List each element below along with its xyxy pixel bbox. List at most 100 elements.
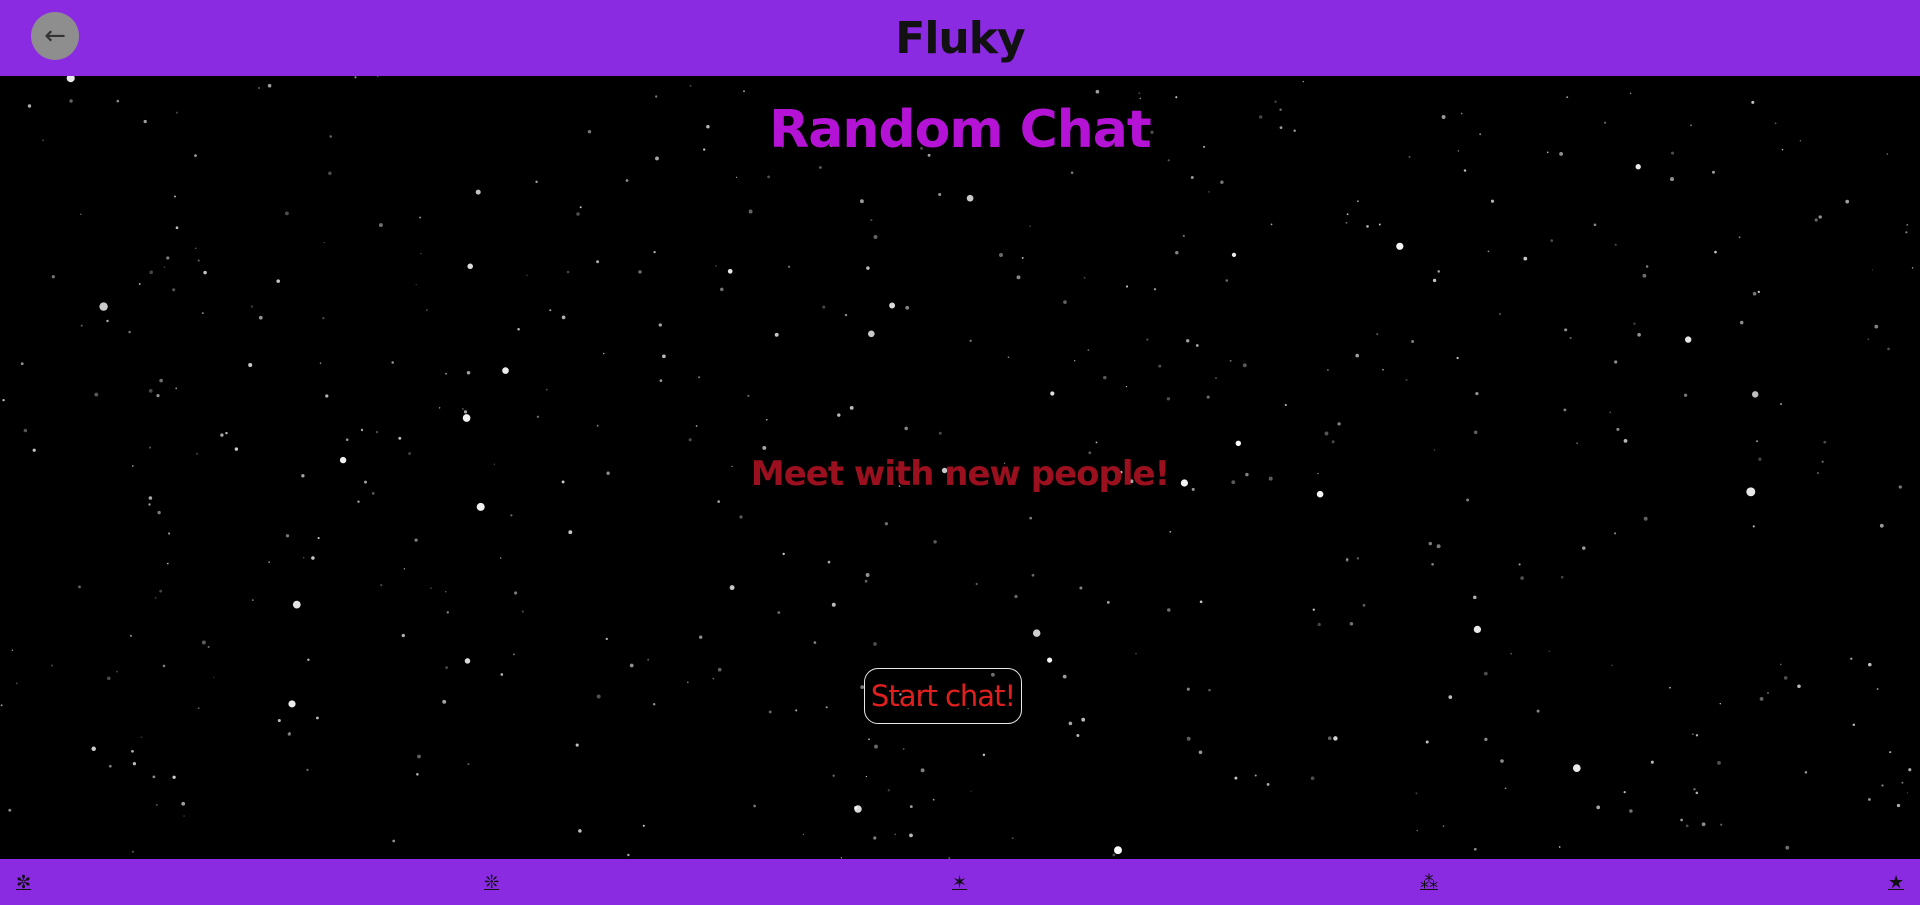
star: [1642, 273, 1647, 278]
star: [1031, 573, 1035, 577]
star: [866, 266, 870, 270]
star: [175, 226, 179, 230]
star: [391, 361, 394, 364]
star: [596, 424, 599, 427]
star: [1270, 223, 1273, 226]
star: [545, 388, 548, 391]
star: [1436, 544, 1441, 549]
star: [1326, 369, 1329, 371]
star: [1029, 225, 1031, 227]
star: [1720, 823, 1723, 826]
star: [419, 216, 422, 219]
star: [1125, 285, 1129, 288]
star: [1868, 798, 1871, 801]
star: [1757, 290, 1760, 294]
star: [765, 418, 768, 421]
star: [154, 597, 157, 599]
star: [1302, 80, 1304, 83]
star: [181, 801, 186, 806]
star: [1456, 356, 1459, 360]
star: [1850, 657, 1853, 660]
star: [426, 309, 428, 311]
star: [1569, 336, 1572, 340]
star: [288, 700, 296, 708]
star: [1448, 695, 1453, 699]
star: [1473, 595, 1477, 600]
star: [51, 275, 55, 279]
star: [1473, 847, 1477, 851]
six-point-star-icon[interactable]: ✶: [952, 873, 967, 893]
start-chat-button[interactable]: Start chat!: [864, 668, 1022, 724]
star: [201, 640, 206, 645]
asterisk-star-icon[interactable]: ✼: [16, 873, 31, 893]
star: [837, 413, 841, 417]
star: [1081, 717, 1086, 722]
star: [561, 315, 566, 320]
star: [1483, 671, 1488, 676]
star: [568, 530, 573, 535]
star: [819, 166, 822, 169]
star: [1349, 622, 1354, 626]
star: [462, 414, 471, 422]
star: [1510, 653, 1512, 655]
star: [526, 274, 528, 277]
star: [322, 317, 325, 320]
star: [23, 428, 28, 433]
star: [1114, 846, 1122, 855]
back-button[interactable]: ←: [31, 12, 79, 60]
star: [854, 806, 858, 810]
star: [536, 415, 540, 418]
star: [375, 430, 379, 434]
star: [762, 445, 767, 450]
star: [476, 502, 485, 511]
star: [1566, 96, 1569, 99]
star: [500, 673, 504, 676]
star: [739, 515, 743, 519]
bottom-bar: ✼ ❊ ✶ ⁂ ★: [0, 859, 1920, 905]
star: [1416, 829, 1418, 832]
star: [173, 195, 177, 198]
star: [1889, 751, 1892, 754]
star: [420, 253, 422, 255]
star: [128, 330, 131, 334]
star: [1692, 733, 1694, 735]
star: [1195, 344, 1199, 347]
star: [1738, 236, 1741, 239]
star: [1333, 736, 1338, 741]
star: [1887, 347, 1890, 351]
star: [155, 803, 158, 807]
star: [148, 496, 153, 500]
star: [417, 754, 421, 759]
flower-star-icon[interactable]: ❊: [484, 873, 499, 893]
star: [328, 171, 332, 176]
solid-star-icon[interactable]: ★: [1888, 873, 1904, 893]
star: [1629, 92, 1632, 95]
star: [78, 585, 81, 589]
star: [873, 642, 877, 646]
star: [1823, 440, 1827, 444]
star: [795, 709, 798, 712]
star: [1095, 441, 1098, 444]
star: [466, 371, 471, 375]
star: [767, 175, 770, 179]
star: [689, 84, 692, 87]
star: [1670, 177, 1674, 182]
star: [1106, 600, 1110, 604]
star: [1175, 96, 1178, 99]
star: [1879, 523, 1884, 528]
star: [782, 552, 785, 556]
star: [873, 836, 877, 840]
star: [874, 744, 878, 749]
star: [1695, 791, 1699, 795]
page: ← Fluky Random Chat Meet with new people…: [0, 0, 1920, 905]
sparkle-star-icon[interactable]: ⁂: [1420, 873, 1438, 893]
star: [904, 426, 909, 431]
star: [1695, 734, 1699, 737]
star: [1504, 787, 1507, 790]
star: [513, 653, 515, 656]
star: [446, 611, 449, 614]
star: [201, 312, 204, 315]
star: [813, 641, 817, 644]
star: [1345, 221, 1348, 224]
star: [1593, 223, 1597, 227]
